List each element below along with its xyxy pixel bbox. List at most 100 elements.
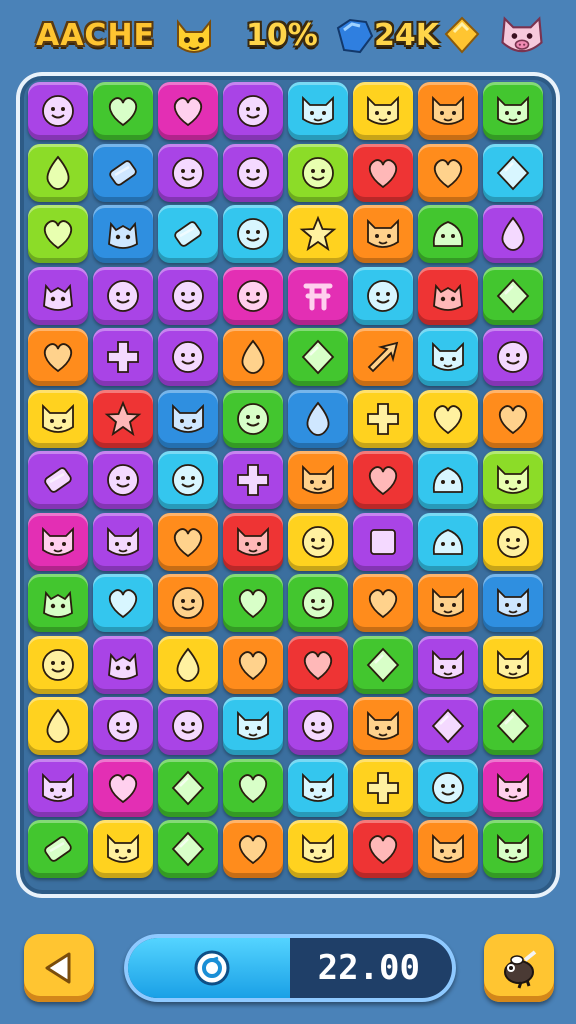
tile-green-diamond[interactable]: [288, 328, 348, 386]
tile-yellow-heart[interactable]: [418, 390, 478, 448]
tile-yellow-face[interactable]: [28, 636, 88, 694]
tile-yellow-drop[interactable]: [28, 697, 88, 755]
tile-grid[interactable]: [28, 82, 550, 882]
tile-yellow-face[interactable]: [483, 513, 543, 571]
tile-orange-heart[interactable]: [418, 144, 478, 202]
pig-face-icon[interactable]: [496, 10, 548, 62]
tile-yellow-cross[interactable]: [353, 759, 413, 817]
tile-orange-heart[interactable]: [223, 636, 283, 694]
tile-blue-cat[interactable]: [483, 574, 543, 632]
tile-cyan-slime[interactable]: [418, 513, 478, 571]
tile-cyan-diamond[interactable]: [483, 144, 543, 202]
tile-purple-face[interactable]: [483, 328, 543, 386]
tile-blue-drop[interactable]: [288, 390, 348, 448]
tile-green-diamond[interactable]: [158, 759, 218, 817]
tile-yellow-cross[interactable]: [353, 390, 413, 448]
tile-yellow-cat[interactable]: [483, 636, 543, 694]
tile-magenta-heart[interactable]: [93, 759, 153, 817]
hammer-tool-button[interactable]: [484, 934, 554, 1002]
back-button[interactable]: [24, 934, 94, 1002]
tile-purple-face[interactable]: [223, 144, 283, 202]
tile-magenta-symbol[interactable]: [288, 267, 348, 325]
tile-green-cat[interactable]: [483, 820, 543, 878]
tile-green-slime[interactable]: [418, 205, 478, 263]
tile-magenta-heart[interactable]: [158, 82, 218, 140]
tile-green-face[interactable]: [288, 574, 348, 632]
tile-yellow-cat[interactable]: [93, 820, 153, 878]
tile-orange-cat[interactable]: [418, 574, 478, 632]
tile-purple-face[interactable]: [158, 328, 218, 386]
tile-green-diamond[interactable]: [353, 636, 413, 694]
tile-purple-monster[interactable]: [28, 267, 88, 325]
tile-blue-candy[interactable]: [93, 144, 153, 202]
tile-lime-face[interactable]: [288, 144, 348, 202]
tile-orange-drop[interactable]: [223, 328, 283, 386]
tile-green-diamond[interactable]: [158, 820, 218, 878]
tile-orange-arrow[interactable]: [353, 328, 413, 386]
tile-green-monster[interactable]: [28, 574, 88, 632]
tile-magenta-face[interactable]: [223, 267, 283, 325]
tile-purple-face[interactable]: [288, 697, 348, 755]
tile-red-heart[interactable]: [353, 820, 413, 878]
tile-cyan-cat[interactable]: [288, 82, 348, 140]
tile-green-candy[interactable]: [28, 820, 88, 878]
tile-orange-heart[interactable]: [158, 513, 218, 571]
tile-purple-face[interactable]: [158, 267, 218, 325]
tile-green-heart[interactable]: [223, 759, 283, 817]
tile-cyan-face[interactable]: [418, 759, 478, 817]
tile-cyan-slime[interactable]: [418, 451, 478, 509]
tile-cyan-face[interactable]: [353, 267, 413, 325]
tile-orange-heart[interactable]: [223, 820, 283, 878]
tile-cyan-face[interactable]: [158, 451, 218, 509]
tile-cyan-cat[interactable]: [418, 328, 478, 386]
tile-yellow-cat[interactable]: [288, 820, 348, 878]
tile-purple-face[interactable]: [93, 267, 153, 325]
tile-orange-face[interactable]: [158, 574, 218, 632]
tile-purple-candy[interactable]: [28, 451, 88, 509]
tile-purple-cat[interactable]: [418, 636, 478, 694]
tile-lime-cat[interactable]: [483, 451, 543, 509]
tile-red-cat[interactable]: [223, 513, 283, 571]
tile-purple-cat[interactable]: [28, 759, 88, 817]
tile-yellow-face[interactable]: [288, 513, 348, 571]
tile-green-cat[interactable]: [483, 82, 543, 140]
tile-cyan-cat[interactable]: [288, 759, 348, 817]
tile-cyan-candy[interactable]: [158, 205, 218, 263]
tile-purple-face[interactable]: [28, 82, 88, 140]
tile-magenta-cat[interactable]: [28, 513, 88, 571]
tile-purple-cross[interactable]: [223, 451, 283, 509]
tile-lime-heart[interactable]: [28, 205, 88, 263]
tile-red-star[interactable]: [93, 390, 153, 448]
tile-purple-face[interactable]: [93, 697, 153, 755]
tile-purple-face[interactable]: [93, 451, 153, 509]
tile-orange-cat[interactable]: [353, 697, 413, 755]
tile-yellow-cat[interactable]: [353, 82, 413, 140]
tile-red-heart[interactable]: [353, 144, 413, 202]
tile-green-heart[interactable]: [223, 574, 283, 632]
tile-orange-cat[interactable]: [418, 82, 478, 140]
tile-orange-heart[interactable]: [353, 574, 413, 632]
tile-blue-cat[interactable]: [158, 390, 218, 448]
tile-magenta-cat[interactable]: [483, 759, 543, 817]
tile-purple-face[interactable]: [158, 144, 218, 202]
tile-cyan-face[interactable]: [223, 205, 283, 263]
tile-purple-diamond[interactable]: [418, 697, 478, 755]
tile-green-face[interactable]: [223, 390, 283, 448]
tile-red-heart[interactable]: [288, 636, 348, 694]
tile-orange-cat[interactable]: [288, 451, 348, 509]
tile-purple-drop[interactable]: [483, 205, 543, 263]
tile-purple-cross[interactable]: [93, 328, 153, 386]
tile-yellow-drop[interactable]: [158, 636, 218, 694]
tile-orange-cat[interactable]: [353, 205, 413, 263]
tile-red-monster[interactable]: [418, 267, 478, 325]
tile-orange-heart[interactable]: [483, 390, 543, 448]
tile-red-heart[interactable]: [353, 451, 413, 509]
tile-purple-square[interactable]: [353, 513, 413, 571]
tile-green-heart[interactable]: [93, 82, 153, 140]
tile-blue-monster[interactable]: [93, 205, 153, 263]
tile-cyan-cat[interactable]: [223, 697, 283, 755]
tile-orange-cat[interactable]: [418, 820, 478, 878]
tile-yellow-star[interactable]: [288, 205, 348, 263]
tile-green-diamond[interactable]: [483, 697, 543, 755]
tile-purple-face[interactable]: [223, 82, 283, 140]
